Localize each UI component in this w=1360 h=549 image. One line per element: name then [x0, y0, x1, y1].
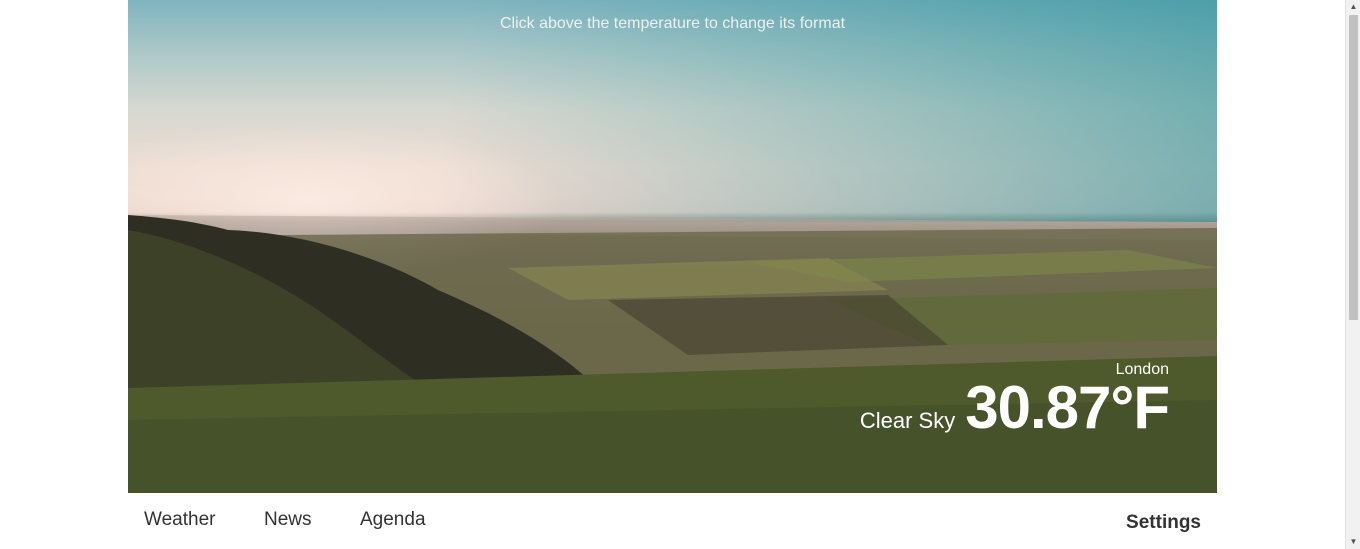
weather-hero-background: Click above the temperature to change it… — [128, 0, 1217, 493]
temperature-value[interactable]: 30.87°F — [965, 378, 1170, 438]
scroll-up-arrow-icon[interactable]: ▲ — [1346, 0, 1360, 14]
scroll-down-arrow-icon[interactable]: ▼ — [1346, 535, 1360, 549]
weather-row: Clear Sky 30.87°F — [859, 378, 1170, 438]
weather-condition: Clear Sky — [859, 408, 956, 433]
bottom-nav: Weather News Agenda Settings — [128, 493, 1217, 549]
nav-tab-weather[interactable]: Weather — [144, 509, 215, 531]
temperature-format-hint: Click above the temperature to change it… — [499, 15, 846, 32]
nav-tab-news[interactable]: News — [264, 509, 312, 531]
scrollbar-thumb[interactable] — [1349, 15, 1358, 320]
vertical-scrollbar[interactable]: ▲ ▼ — [1345, 0, 1360, 549]
nav-tab-agenda[interactable]: Agenda — [360, 509, 426, 531]
weather-widget: London Clear Sky 30.87°F — [859, 360, 1170, 438]
page: Click above the temperature to change it… — [0, 0, 1345, 549]
settings-button[interactable]: Settings — [1126, 512, 1201, 534]
